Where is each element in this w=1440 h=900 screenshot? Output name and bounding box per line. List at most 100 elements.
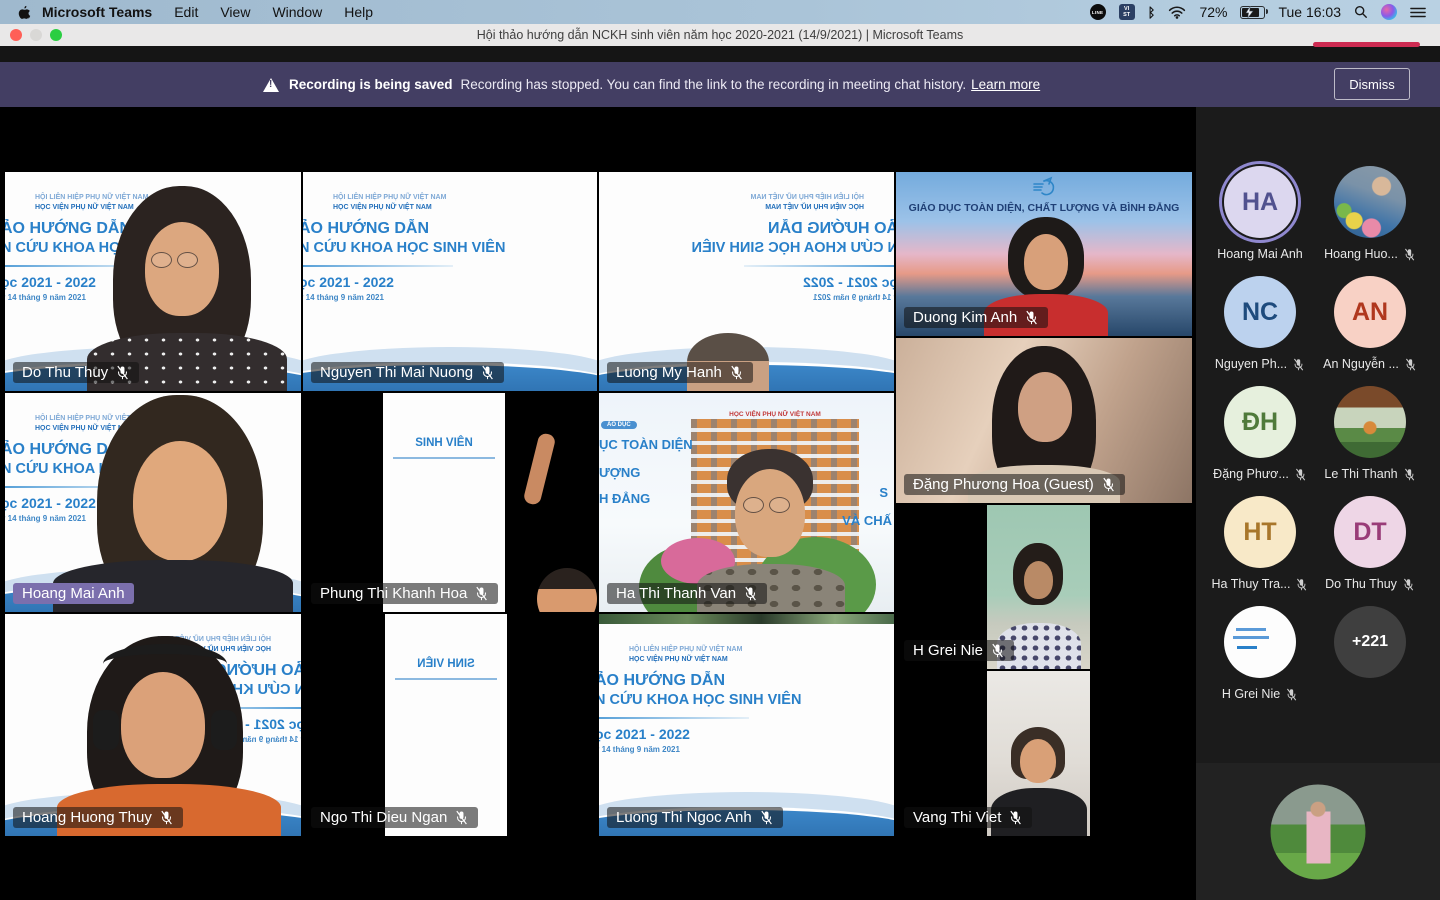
name-label: Nguyen Thi Mai Nuong (311, 362, 504, 383)
name-label: Đặng Phương Hoa (Guest) (904, 474, 1125, 495)
avatar: AN (1334, 276, 1406, 348)
menu-app-name[interactable]: Microsoft Teams (31, 4, 163, 20)
search-icon[interactable] (1354, 5, 1368, 19)
learn-more-link[interactable]: Learn more (971, 77, 1040, 92)
participant-cell[interactable]: Le Thi Thanh (1315, 386, 1425, 481)
participant-name: H Grei Nie (1222, 687, 1280, 701)
slide-fragment: SINH VIÊN (383, 437, 505, 449)
avatar-photo (1334, 166, 1406, 238)
participant-cell[interactable]: AN An Nguyễn ... (1315, 276, 1425, 371)
webcam-sliver (599, 614, 894, 624)
name-label: Luong Thi Ngoc Anh (607, 807, 783, 828)
participant-cell[interactable]: Hoang Huo... (1315, 166, 1425, 261)
menu-view[interactable]: View (209, 4, 261, 20)
participant-name: Đặng Phươ... (1213, 467, 1289, 481)
participant-cell[interactable]: DT Do Thu Thuy (1315, 496, 1425, 591)
mic-off-icon (743, 586, 758, 601)
education-logo-icon (1031, 176, 1057, 203)
macos-menu-bar: Microsoft Teams Edit View Window Help LI… (0, 0, 1440, 24)
dismiss-button[interactable]: Dismiss (1334, 68, 1410, 100)
slide-title1: ẢO HƯỚNG DẪN (5, 220, 131, 238)
name-label: Duong Kim Anh (904, 307, 1048, 328)
mic-off-icon (1024, 310, 1039, 325)
banner-bold-text: Recording is being saved (289, 77, 453, 92)
participant-name: An Nguyễn ... (1323, 357, 1399, 371)
avatar-photo (1334, 386, 1406, 458)
menu-clock[interactable]: Tue 16:03 (1278, 4, 1341, 20)
mic-off-icon (454, 810, 469, 825)
mic-off-icon (990, 643, 1005, 658)
name-label: H Grei Nie (904, 640, 1014, 661)
headphone-cup (93, 710, 119, 750)
video-tile[interactable]: HỘI LIÊN HIỆP PHỤ NỮ VIỆT NAM HỌC VIỆN P… (5, 614, 301, 836)
participant-name: Hoang Huo... (1324, 247, 1398, 261)
video-tile[interactable]: HỘI LIÊN HIỆP PHỤ NỮ VIỆT NAM HỌC VIỆN P… (599, 172, 894, 391)
meeting-toolbar-strip (0, 46, 1440, 62)
mic-off-icon (1008, 810, 1023, 825)
mic-off-icon (1292, 358, 1305, 371)
menu-edit[interactable]: Edit (163, 4, 209, 20)
mic-off-icon (1295, 578, 1308, 591)
self-view-panel[interactable] (1196, 763, 1440, 900)
line-icon[interactable]: LINE (1090, 4, 1106, 20)
building-sign: HỌC VIỆN PHỤ NỮ VIỆT NAM (691, 411, 859, 418)
name-label: Vang Thi Viet (904, 807, 1032, 828)
avatar: ĐH (1224, 386, 1296, 458)
mic-off-icon (759, 810, 774, 825)
self-avatar (1271, 784, 1366, 879)
presentation-slide: HỘI LIÊN HIỆP PHỤ NỮ VIỆT NAM HỌC VIỆN P… (303, 172, 597, 391)
wifi-icon[interactable] (1168, 6, 1186, 19)
mic-off-icon (1402, 578, 1415, 591)
warning-icon (263, 78, 279, 92)
slide-org1: HỘI LIÊN HIỆP PHỤ NỮ VIỆT NAM (35, 194, 148, 201)
mic-off-icon (159, 810, 174, 825)
mic-off-icon (474, 586, 489, 601)
participant-cell[interactable]: ĐH Đặng Phươ... (1205, 386, 1315, 481)
vist-badge[interactable]: VIST (1119, 4, 1135, 20)
menu-help[interactable]: Help (333, 4, 384, 20)
leave-button-edge (1313, 42, 1420, 47)
video-tile[interactable]: Vang Thi Viet (896, 671, 1192, 836)
bluetooth-icon[interactable]: ᛒ (1148, 5, 1156, 20)
control-center-icon[interactable] (1410, 7, 1426, 18)
video-tile[interactable]: SINH VIÊN Ngo Thi Dieu Ngan (303, 614, 597, 836)
name-label: Ha Thi Thanh Van (607, 583, 767, 604)
video-tile[interactable]: GIÁO DỤC TOÀN DIỆN, CHẤT LƯỢNG VÀ BÌNH Đ… (896, 172, 1192, 336)
recording-banner: Recording is being saved Recording has s… (0, 62, 1440, 107)
apple-menu-icon[interactable] (18, 4, 31, 20)
slide-strip: SINH VIÊN (383, 393, 505, 612)
slide-year: ọc 2021 - 2022 (5, 274, 96, 290)
name-label: Luong My Hanh (607, 362, 753, 383)
mic-off-icon (1101, 477, 1116, 492)
mic-off-icon (729, 365, 744, 380)
video-tile[interactable]: HỌC VIỆN PHỤ NỮ VIỆT NAM ÁO DỤC ỤC TOÀN … (599, 393, 894, 612)
slide-org2: HỌC VIỆN PHỤ NỮ VIỆT NAM (35, 204, 134, 211)
video-tile[interactable]: HỘI LIÊN HIỆP PHỤ NỮ VIỆT NAM HỌC VIỆN P… (5, 172, 301, 391)
avatar-photo (1224, 606, 1296, 678)
window-title-bar: Hội thảo hướng dẫn NCKH sinh viên năm họ… (0, 24, 1440, 46)
participant-cell[interactable]: HA Hoang Mai Anh (1205, 166, 1315, 261)
participant-cell[interactable]: HT Ha Thuy Tra... (1205, 496, 1315, 591)
avatar: HT (1224, 496, 1296, 568)
banner-slogan: GIÁO DỤC TOÀN DIỆN, CHẤT LƯỢNG VÀ BÌNH Đ… (896, 202, 1192, 214)
menu-window[interactable]: Window (261, 4, 333, 20)
slide-strip-mirrored: SINH VIÊN (385, 614, 507, 836)
slide-fragment: SINH VIÊN (385, 658, 507, 670)
headphone-cup (211, 710, 237, 750)
video-tile[interactable]: HỘI LIÊN HIỆP PHỤ NỮ VIỆT NAM HỌC VIỆN P… (5, 393, 301, 612)
mic-off-icon (1404, 358, 1417, 371)
participant-cell[interactable]: H Grei Nie (1205, 606, 1315, 701)
overflow-cell[interactable]: +221 (1315, 606, 1425, 678)
headphones-band (103, 644, 227, 684)
video-tile[interactable]: Đặng Phương Hoa (Guest) (896, 338, 1192, 503)
video-tile[interactable]: SINH VIÊN Phung Thi Khanh Hoa (303, 393, 597, 612)
mic-off-icon (1403, 468, 1416, 481)
participant-cell[interactable]: NC Nguyen Ph... (1205, 276, 1315, 371)
participant-name: Hoang Mai Anh (1217, 247, 1302, 261)
mic-off-icon (1285, 688, 1298, 701)
siri-icon[interactable] (1381, 4, 1397, 20)
video-tile[interactable]: H Grei Nie (896, 505, 1192, 669)
video-tile[interactable]: HỘI LIÊN HIỆP PHỤ NỮ VIỆT NAM HỌC VIỆN P… (599, 614, 894, 836)
video-tile[interactable]: HỘI LIÊN HIỆP PHỤ NỮ VIỆT NAM HỌC VIỆN P… (303, 172, 597, 391)
name-label: Hoang Huong Thuy (13, 807, 183, 828)
